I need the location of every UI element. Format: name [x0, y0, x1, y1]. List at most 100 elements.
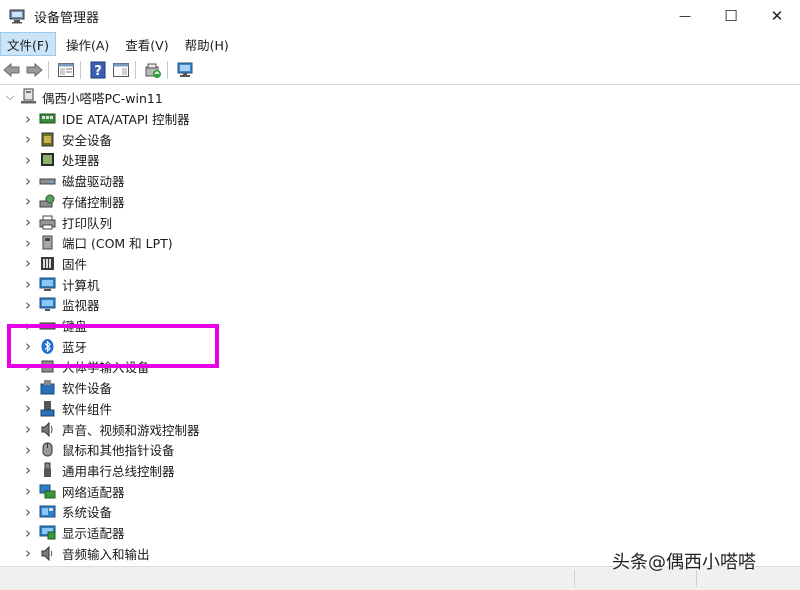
- menu-view[interactable]: 查看(V): [119, 32, 174, 56]
- tree-item[interactable]: › 打印队列: [0, 212, 400, 233]
- tree-root[interactable]: ⌵ 偶西小嗒嗒PC-win11: [0, 86, 300, 108]
- properties-sheet-icon: [58, 63, 74, 77]
- tree-item-label: 声音、视频和游戏控制器: [62, 422, 200, 438]
- tree-item-label: 音频输入和输出: [62, 546, 150, 562]
- window-title: 设备管理器: [34, 11, 100, 26]
- tree-item[interactable]: › 磁盘驱动器: [0, 170, 400, 191]
- chevron-right-icon[interactable]: ›: [22, 253, 34, 273]
- tree-item-label: 固件: [62, 256, 88, 272]
- tree-item-label: 计算机: [62, 277, 100, 293]
- chevron-right-icon[interactable]: ›: [22, 460, 34, 480]
- tree-item[interactable]: › 安全设备: [0, 129, 400, 150]
- properties-button[interactable]: [56, 60, 76, 80]
- tree-item[interactable]: › 计算机: [0, 274, 400, 295]
- tree-item-label: 端口 (COM 和 LPT): [62, 236, 173, 252]
- maximize-icon: ☐: [724, 7, 738, 25]
- tree-root-label: 偶西小嗒嗒PC-win11: [42, 90, 163, 106]
- chevron-right-icon[interactable]: ›: [22, 233, 34, 253]
- software-component-icon: [39, 400, 56, 417]
- chevron-right-icon[interactable]: ›: [22, 502, 34, 522]
- tree-item-label: 打印队列: [62, 215, 113, 231]
- show-hide-pane-icon: [113, 63, 129, 77]
- menu-file[interactable]: 文件(F): [0, 32, 56, 56]
- tree-item[interactable]: › 监视器: [0, 294, 400, 315]
- menu-help[interactable]: 帮助(H): [179, 32, 235, 56]
- security-device-icon: [39, 131, 56, 148]
- update-driver-button[interactable]: [143, 60, 163, 80]
- close-icon: ✕: [770, 7, 784, 25]
- back-arrow-icon: [3, 62, 20, 78]
- chevron-right-icon[interactable]: ›: [22, 274, 34, 294]
- close-button[interactable]: ✕: [754, 0, 800, 32]
- tree-item[interactable]: › 声音、视频和游戏控制器: [0, 419, 400, 440]
- chevron-right-icon[interactable]: ›: [22, 543, 34, 563]
- tree-item[interactable]: › 音频输入和输出: [0, 543, 400, 564]
- tree-item[interactable]: › 处理器: [0, 149, 400, 170]
- tree-item-label: 通用串行总线控制器: [62, 463, 175, 479]
- tree-item-label: IDE ATA/ATAPI 控制器: [62, 112, 190, 127]
- tree-item[interactable]: › 端口 (COM 和 LPT): [0, 232, 400, 253]
- tree-item[interactable]: › 存储控制器: [0, 191, 400, 212]
- chevron-right-icon[interactable]: ›: [22, 191, 34, 211]
- tree-item-label: 处理器: [62, 153, 100, 169]
- firmware-icon: [39, 255, 56, 272]
- tree-item-label: 鼠标和其他指针设备: [62, 443, 175, 459]
- tree-item[interactable]: › 软件组件: [0, 398, 400, 419]
- tree-item-label: 显示适配器: [62, 526, 125, 541]
- monitor-icon: [39, 296, 56, 313]
- tree-item[interactable]: › 系统设备: [0, 501, 400, 522]
- print-queue-icon: [39, 214, 56, 231]
- mouse-icon: [39, 441, 56, 458]
- show-hide-pane-button[interactable]: [111, 60, 131, 80]
- sound-icon: [39, 421, 56, 438]
- help-button[interactable]: ?: [88, 60, 108, 80]
- toolbar-separator: [48, 61, 49, 79]
- back-button[interactable]: [2, 60, 22, 80]
- forward-button[interactable]: [24, 60, 44, 80]
- chevron-right-icon[interactable]: ›: [22, 440, 34, 460]
- tree-item[interactable]: › 显示适配器: [0, 522, 400, 543]
- disk-drive-icon: [39, 172, 56, 189]
- tree-item-label: 存储控制器: [62, 194, 125, 210]
- port-icon: [39, 234, 56, 251]
- maximize-button[interactable]: ☐: [708, 0, 754, 32]
- menu-action[interactable]: 操作(A): [60, 32, 115, 56]
- tree-item-label: 网络适配器: [62, 484, 125, 500]
- toolbar-separator: [80, 61, 81, 79]
- minimize-button[interactable]: —: [662, 0, 708, 32]
- chevron-right-icon[interactable]: ›: [22, 109, 34, 129]
- toolbar-separator: [135, 61, 136, 79]
- tree-item[interactable]: › 软件设备: [0, 377, 400, 398]
- watermark: 头条@偶西小嗒嗒: [612, 552, 756, 573]
- software-device-icon: [39, 379, 56, 396]
- tree-item-label: 磁盘驱动器: [62, 174, 125, 190]
- chevron-right-icon[interactable]: ›: [22, 419, 34, 439]
- tree-item-label: 软件组件: [62, 401, 113, 417]
- help-icon: ?: [90, 61, 106, 79]
- tree-item[interactable]: › 鼠标和其他指针设备: [0, 439, 400, 460]
- usb-icon: [39, 462, 56, 479]
- chevron-right-icon[interactable]: ›: [22, 378, 34, 398]
- chevron-right-icon[interactable]: ›: [22, 150, 34, 170]
- chevron-right-icon[interactable]: ›: [22, 523, 34, 543]
- processor-icon: [39, 151, 56, 168]
- chevron-right-icon[interactable]: ›: [22, 171, 34, 191]
- tree-item[interactable]: › IDE ATA/ATAPI 控制器: [0, 108, 400, 129]
- computer-icon: [39, 276, 56, 293]
- chevron-right-icon[interactable]: ›: [22, 295, 34, 315]
- chevron-right-icon[interactable]: ›: [22, 212, 34, 232]
- network-adapter-icon: [39, 483, 56, 500]
- tree-item[interactable]: › 通用串行总线控制器: [0, 460, 400, 481]
- chevron-down-icon[interactable]: ⌵: [4, 87, 16, 107]
- tree-item[interactable]: › 网络适配器: [0, 481, 400, 502]
- chevron-right-icon[interactable]: ›: [22, 481, 34, 501]
- menu-bar: 文件(F) 操作(A) 查看(V) 帮助(H): [0, 32, 800, 56]
- ide-controller-icon: [39, 110, 56, 127]
- system-device-icon: [39, 503, 56, 520]
- chevron-right-icon[interactable]: ›: [22, 129, 34, 149]
- tree-item[interactable]: › 固件: [0, 253, 400, 274]
- chevron-right-icon[interactable]: ›: [22, 398, 34, 418]
- scan-hardware-button[interactable]: [175, 60, 195, 80]
- tree-item-label: 安全设备: [62, 132, 113, 148]
- toolbar: ?: [0, 56, 800, 85]
